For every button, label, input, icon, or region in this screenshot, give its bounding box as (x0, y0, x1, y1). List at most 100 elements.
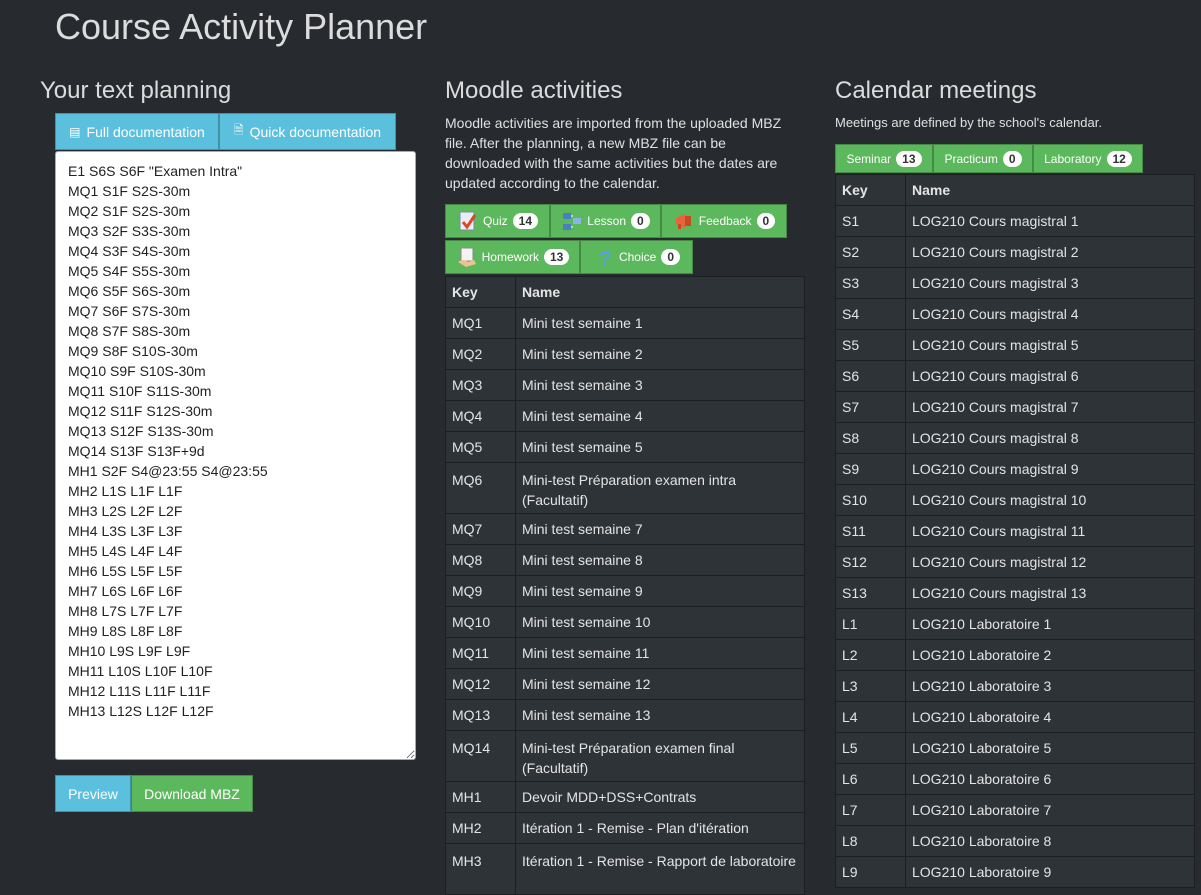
row-name: Mini test semaine 13 (515, 699, 805, 731)
table-row: S2 LOG210 Cours magistral 2 (835, 236, 1195, 268)
row-name: LOG210 Laboratoire 6 (905, 763, 1195, 795)
filter-feedback-button[interactable]: Feedback 0 (661, 204, 787, 238)
table-row: MQ12 Mini test semaine 12 (445, 668, 805, 700)
row-key: MH1 (445, 781, 516, 813)
name-column-header: Name (515, 276, 805, 308)
row-key: L3 (835, 670, 906, 702)
row-key: MQ6 (445, 462, 516, 514)
row-key: MQ8 (445, 544, 516, 576)
table-row: S3 LOG210 Cours magistral 3 (835, 267, 1195, 299)
question-icon: ? (599, 248, 611, 268)
table-row: S7 LOG210 Cours magistral 7 (835, 391, 1195, 423)
quiz-icon (459, 211, 477, 231)
row-name: LOG210 Laboratoire 9 (905, 856, 1195, 888)
filter-lesson-button[interactable]: Lesson 0 (550, 204, 661, 238)
table-row: L4 LOG210 Laboratoire 4 (835, 701, 1195, 733)
meetings-table: Key Name S1 LOG210 Cours magistral 1 S2 LOG… (835, 174, 1195, 888)
table-row: L9 LOG210 Laboratoire 9 (835, 856, 1195, 888)
row-name: Mini test semaine 7 (515, 513, 805, 545)
table-row: L1 LOG210 Laboratoire 1 (835, 608, 1195, 640)
row-key: L6 (835, 763, 906, 795)
planning-textarea[interactable] (55, 151, 416, 760)
row-name: Itération 1 - Remise - Plan d'itération (515, 812, 805, 844)
table-row: S8 LOG210 Cours magistral 8 (835, 422, 1195, 454)
row-name: Mini test semaine 9 (515, 575, 805, 607)
row-name: LOG210 Cours magistral 6 (905, 360, 1195, 392)
row-name: LOG210 Cours magistral 5 (905, 329, 1195, 361)
row-key: MQ1 (445, 307, 516, 339)
filter-seminar-button[interactable]: Seminar 13 (835, 144, 933, 173)
table-row: MQ11 Mini test semaine 11 (445, 637, 805, 669)
row-key: MQ12 (445, 668, 516, 700)
row-name: LOG210 Cours magistral 4 (905, 298, 1195, 330)
row-name: LOG210 Cours magistral 12 (905, 546, 1195, 578)
row-key: MQ10 (445, 606, 516, 638)
row-name: LOG210 Laboratoire 1 (905, 608, 1195, 640)
row-name: LOG210 Laboratoire 3 (905, 670, 1195, 702)
row-key: MQ9 (445, 575, 516, 607)
row-key: S3 (835, 267, 906, 299)
row-key: L9 (835, 856, 906, 888)
full-documentation-button[interactable]: ▤ Full documentation (55, 113, 219, 150)
row-key: S10 (835, 484, 906, 516)
row-name: LOG210 Cours magistral 1 (905, 205, 1195, 237)
row-name: Mini test semaine 5 (515, 431, 805, 463)
table-row: S12 LOG210 Cours magistral 12 (835, 546, 1195, 578)
table-row: S1 LOG210 Cours magistral 1 (835, 205, 1195, 237)
planning-title: Your text planning (40, 77, 232, 104)
row-name: Mini test semaine 8 (515, 544, 805, 576)
row-key: L5 (835, 732, 906, 764)
filter-laboratory-button[interactable]: Laboratory 12 (1033, 144, 1143, 173)
table-row: MH3 Itération 1 - Remise - Rapport de lab… (445, 843, 805, 895)
table-row: S5 LOG210 Cours magistral 5 (835, 329, 1195, 361)
table-row: S11 LOG210 Cours magistral 11 (835, 515, 1195, 547)
key-column-header: Key (835, 174, 906, 206)
row-name: LOG210 Cours magistral 10 (905, 484, 1195, 516)
row-key: S7 (835, 391, 906, 423)
table-row: MQ1 Mini test semaine 1 (445, 307, 805, 339)
table-row: MQ3 Mini test semaine 3 (445, 369, 805, 401)
row-key: L1 (835, 608, 906, 640)
row-key: S2 (835, 236, 906, 268)
table-row: S10 LOG210 Cours magistral 10 (835, 484, 1195, 516)
row-key: MQ5 (445, 431, 516, 463)
filter-homework-button[interactable]: Homework 13 (445, 240, 580, 274)
row-key: S9 (835, 453, 906, 485)
filter-quiz-button[interactable]: Quiz 14 (445, 204, 550, 238)
row-key: S11 (835, 515, 906, 547)
row-name: Mini test semaine 12 (515, 668, 805, 700)
homework-icon (457, 247, 476, 267)
table-row: S9 LOG210 Cours magistral 9 (835, 453, 1195, 485)
row-key: S1 (835, 205, 906, 237)
row-name: Mini-test Préparation examen intra (Facu… (515, 462, 805, 514)
table-row: MQ6 Mini-test Préparation examen intra (F… (445, 462, 805, 514)
filter-choice-button[interactable]: ? Choice 0 (580, 240, 693, 274)
table-row: L2 LOG210 Laboratoire 2 (835, 639, 1195, 671)
table-row: L7 LOG210 Laboratoire 7 (835, 794, 1195, 826)
row-name: Mini test semaine 11 (515, 637, 805, 669)
table-row: L3 LOG210 Laboratoire 3 (835, 670, 1195, 702)
row-key: S4 (835, 298, 906, 330)
row-name: LOG210 Laboratoire 8 (905, 825, 1195, 857)
row-name: Mini-test Préparation examen final (Facu… (515, 730, 805, 782)
row-key: MQ14 (445, 730, 516, 782)
row-name: Mini test semaine 3 (515, 369, 805, 401)
row-key: MQ13 (445, 699, 516, 731)
table-row: MQ2 Mini test semaine 2 (445, 338, 805, 370)
filter-practicum-button[interactable]: Practicum 0 (933, 144, 1033, 173)
row-key: MQ3 (445, 369, 516, 401)
table-row: MH2 Itération 1 - Remise - Plan d'itérati… (445, 812, 805, 844)
table-row: S6 LOG210 Cours magistral 6 (835, 360, 1195, 392)
row-key: MQ7 (445, 513, 516, 545)
preview-button[interactable]: Preview (55, 775, 131, 812)
row-name: LOG210 Cours magistral 13 (905, 577, 1195, 609)
row-key: L2 (835, 639, 906, 671)
quick-documentation-button[interactable]: 🗎 Quick documentation (219, 113, 396, 150)
row-name: LOG210 Cours magistral 11 (905, 515, 1195, 547)
table-row: L5 LOG210 Laboratoire 5 (835, 732, 1195, 764)
key-column-header: Key (445, 276, 516, 308)
row-key: L7 (835, 794, 906, 826)
row-name: Mini test semaine 1 (515, 307, 805, 339)
file-icon: 🗎 (233, 123, 244, 137)
download-mbz-button[interactable]: Download MBZ (131, 775, 253, 812)
